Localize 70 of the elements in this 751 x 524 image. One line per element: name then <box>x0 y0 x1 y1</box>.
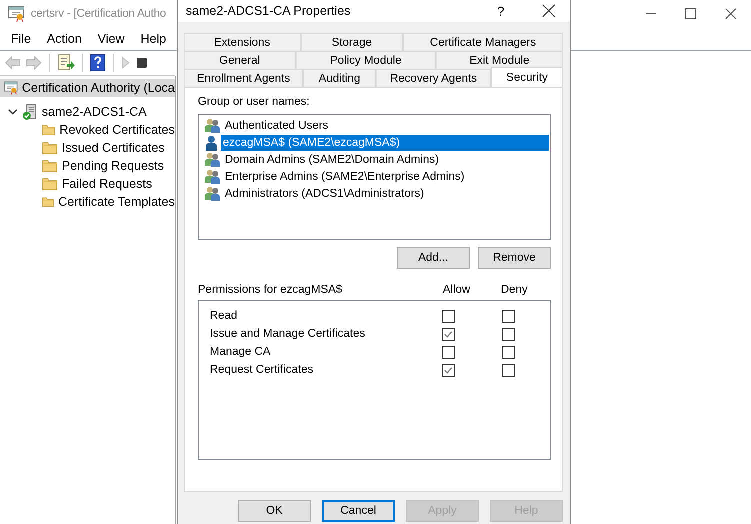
checkbox[interactable] <box>442 328 455 340</box>
column-header: Deny <box>501 284 529 298</box>
window-title: certsrv - [Certification Autho <box>31 8 166 20</box>
tab[interactable]: Exit Module <box>436 51 563 69</box>
user-list[interactable]: Authenticated Users ezcagMSA$ (SAME2\ezcagMSA$) Domain Admins (SAME2\Domain Admins) Enterprise Admins (SAME2\Enterprise Admins) Administrators (ADCS1\Administrators) <box>198 114 551 240</box>
folder-icon <box>42 123 56 137</box>
checkbox[interactable] <box>502 346 515 358</box>
tree-item[interactable]: same2-ADCS1-CA <box>0 103 175 121</box>
remove-button[interactable]: Remove <box>478 247 551 269</box>
menu-item[interactable]: File <box>3 32 40 46</box>
add-button[interactable]: Add... <box>397 247 470 269</box>
tree-item[interactable]: Issued Certificates <box>0 139 175 157</box>
users-icon <box>204 118 221 133</box>
checkbox[interactable] <box>502 328 515 340</box>
column-header: Allow <box>443 284 472 298</box>
tree-item[interactable]: Certification Authority (Loca <box>0 79 175 97</box>
tree-item[interactable]: Certificate Templates <box>0 193 175 211</box>
users-icon <box>204 169 221 184</box>
dialog-button[interactable]: OK <box>238 500 311 522</box>
list-item[interactable]: Enterprise Admins (SAME2\Enterprise Admins) <box>223 168 467 184</box>
dialog-button[interactable]: Cancel <box>322 500 395 522</box>
tree-item[interactable]: Failed Requests <box>0 175 175 193</box>
maximize-icon[interactable] <box>685 8 697 20</box>
tab[interactable]: Security <box>491 67 564 87</box>
certificate-icon <box>4 80 18 96</box>
tab[interactable]: General <box>184 51 296 69</box>
permission-name: Read <box>210 310 238 322</box>
checkbox[interactable] <box>442 364 455 376</box>
permission-name: Manage CA <box>210 346 272 358</box>
checkbox[interactable] <box>502 364 515 376</box>
permission-name: Request Certificates <box>210 364 315 376</box>
tab[interactable]: Policy Module <box>296 51 436 69</box>
tab[interactable]: Certificate Managers <box>403 33 563 51</box>
users-icon <box>204 186 221 201</box>
menu-item[interactable]: Help <box>132 32 174 46</box>
certificate-icon <box>8 6 25 22</box>
tab[interactable]: Auditing <box>303 69 376 87</box>
checkbox[interactable] <box>442 346 455 358</box>
menu-item[interactable]: View <box>90 32 133 46</box>
close-icon[interactable] <box>542 4 556 18</box>
export-list-icon[interactable] <box>57 54 75 72</box>
stop-icon[interactable] <box>136 57 148 69</box>
field-label: Group or user names: <box>198 96 311 110</box>
menu-item[interactable]: Action <box>39 32 90 46</box>
server-icon <box>22 104 38 120</box>
field-label: Permissions for ezcagMSA$ <box>198 284 342 298</box>
list-item[interactable]: Domain Admins (SAME2\Domain Admins) <box>223 152 442 168</box>
list-item[interactable]: Authenticated Users <box>223 118 331 134</box>
folder-icon <box>42 195 54 209</box>
checkbox[interactable] <box>502 310 515 322</box>
user-icon <box>204 134 219 150</box>
checkbox[interactable] <box>442 310 455 322</box>
close-icon[interactable] <box>725 8 737 20</box>
tree-item[interactable]: Pending Requests <box>0 157 175 175</box>
help-icon[interactable] <box>90 54 106 72</box>
tree-item[interactable]: Revoked Certificates <box>0 121 175 139</box>
tab[interactable]: Enrollment Agents <box>184 69 304 87</box>
list-item[interactable]: Administrators (ADCS1\Administrators) <box>223 186 426 202</box>
tab[interactable]: Recovery Agents <box>376 69 492 87</box>
folder-icon <box>42 177 58 191</box>
users-icon <box>204 152 221 167</box>
folder-icon <box>42 141 58 155</box>
list-item[interactable]: ezcagMSA$ (SAME2\ezcagMSA$) <box>221 134 549 150</box>
tab[interactable]: Storage <box>300 33 404 51</box>
tab[interactable]: Extensions <box>184 33 301 51</box>
chevron-down-icon[interactable] <box>8 107 18 117</box>
dialog-title: same2-ADCS1-CA Properties <box>186 4 352 18</box>
help-glyph[interactable]: ? <box>494 4 508 18</box>
folder-icon <box>42 159 58 173</box>
permission-name: Issue and Manage Certificates <box>210 328 366 340</box>
